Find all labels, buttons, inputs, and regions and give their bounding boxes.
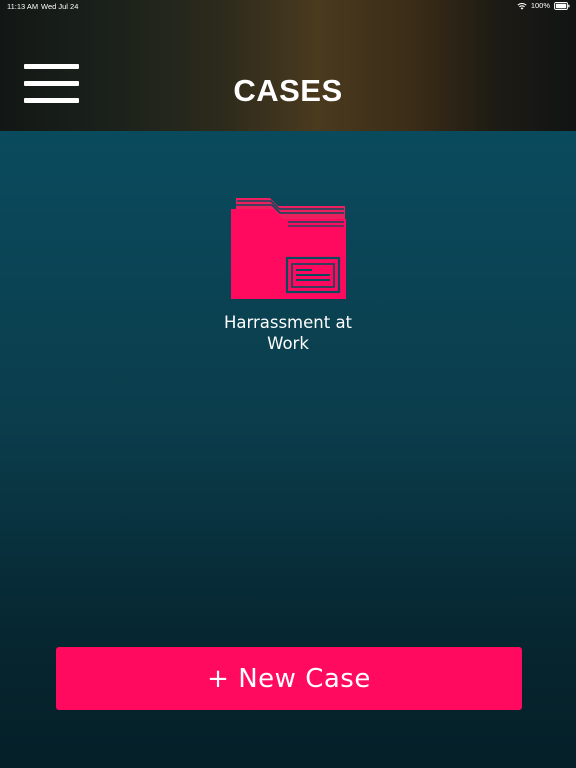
top-bar: 11:13 AM Wed Jul 24 100% CASES	[0, 0, 576, 131]
status-date: Wed Jul 24	[41, 2, 79, 11]
page-title: CASES	[233, 73, 343, 108]
battery-icon	[554, 1, 570, 10]
folder-icon	[231, 198, 346, 299]
menu-bar-top	[24, 64, 79, 69]
status-time: 11:13 AM	[7, 2, 39, 11]
new-case-button[interactable]: + New Case	[56, 647, 522, 710]
status-bar: 11:13 AM Wed Jul 24 100%	[0, 0, 576, 14]
battery-percent: 100%	[530, 1, 550, 10]
case-label: Harrassment at Work	[223, 313, 353, 353]
case-item[interactable]: Harrassment at Work	[202, 192, 374, 357]
wifi-icon	[517, 2, 527, 10]
status-right: 100%	[517, 1, 570, 10]
